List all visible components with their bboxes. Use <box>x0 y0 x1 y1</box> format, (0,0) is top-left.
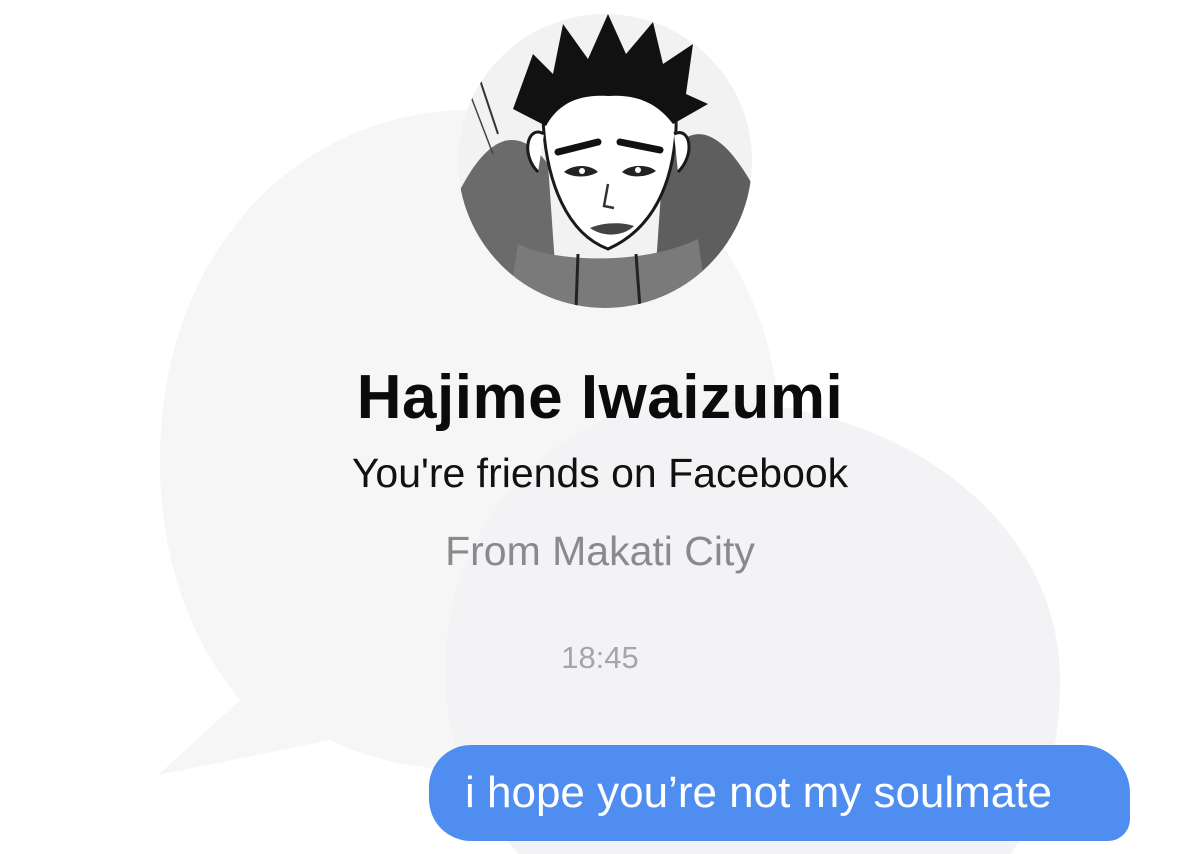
contact-avatar[interactable] <box>458 14 752 308</box>
friend-status: You're friends on Facebook <box>351 450 849 496</box>
outgoing-message-bubble[interactable]: i hope you’re not my soulmate <box>429 745 1130 841</box>
contact-name: Hajime Iwaizumi <box>356 363 844 432</box>
chat-screen: Hajime Iwaizumi You're friends on Facebo… <box>0 0 1200 854</box>
contact-location: From Makati City <box>445 528 755 574</box>
message-timestamp: 18:45 <box>561 640 639 675</box>
anime-character-avatar-icon <box>458 14 752 308</box>
